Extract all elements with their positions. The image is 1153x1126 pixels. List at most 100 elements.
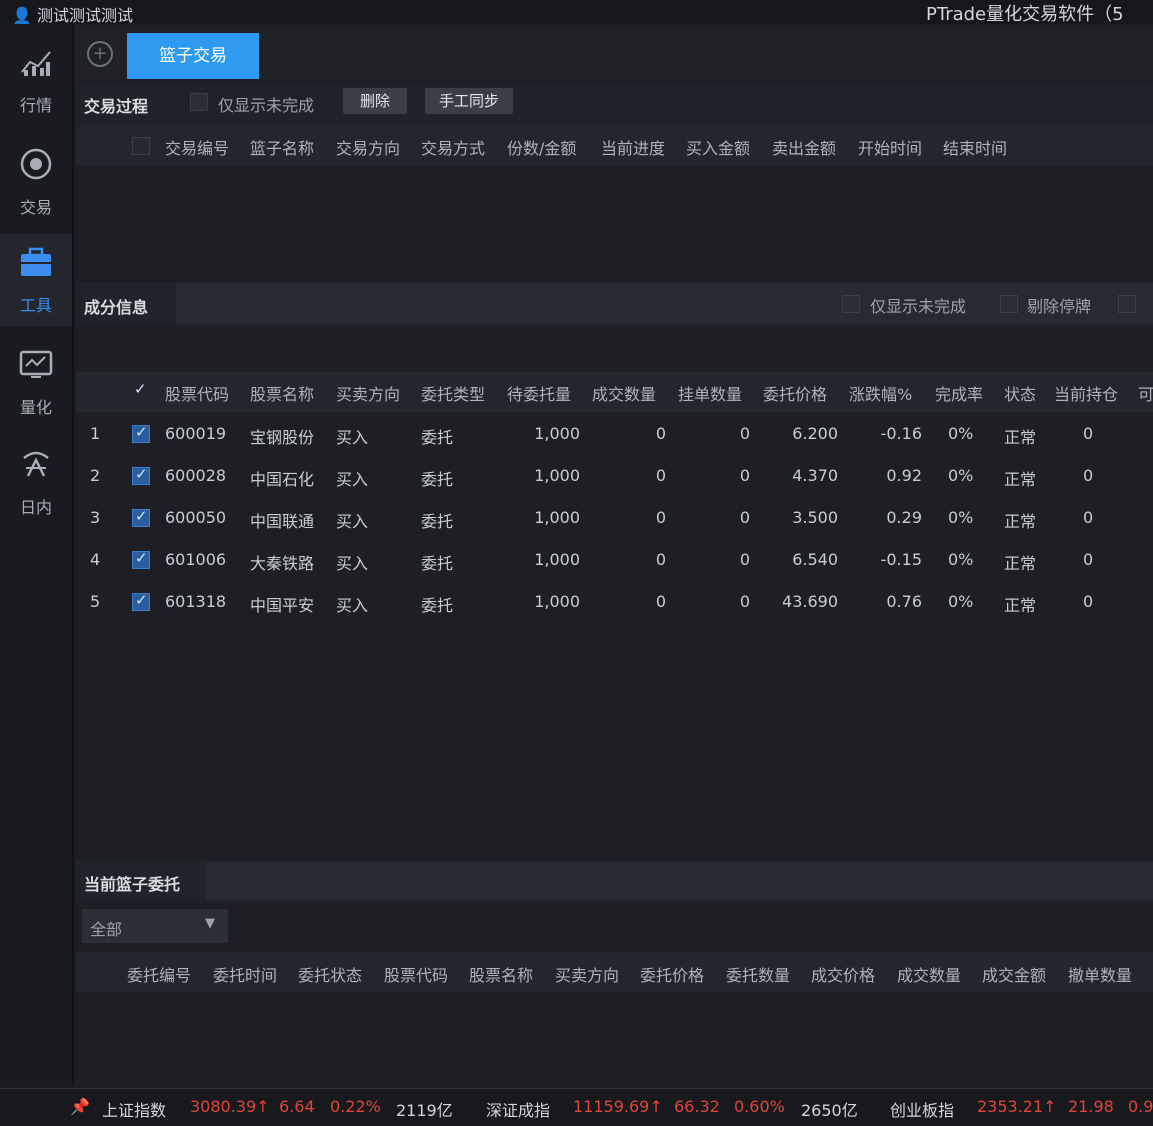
components-col[interactable]: 挂单数量: [678, 381, 742, 405]
orders-col[interactable]: 撤单数量: [1068, 962, 1132, 986]
process-col[interactable]: 开始时间: [858, 135, 922, 159]
order-price: 6.540: [792, 550, 838, 569]
process-col[interactable]: 卖出金额: [772, 135, 836, 159]
process-col[interactable]: 份数/金额: [507, 135, 576, 159]
pending-qty: 1,000: [534, 550, 580, 569]
components-col[interactable]: 当前持仓: [1054, 381, 1118, 405]
row-checkbox[interactable]: [132, 423, 150, 443]
title-bar: 👤 测试测试测试 PTrade量化交易软件（5: [0, 0, 1153, 25]
orders-col[interactable]: 股票名称: [469, 962, 533, 986]
user-icon: 👤: [12, 6, 32, 25]
trade-direction: 买入: [336, 554, 369, 573]
user-label: 测试测试测试: [37, 6, 134, 25]
process-col[interactable]: 买入金额: [686, 135, 750, 159]
index-pct: 0.60%: [734, 1097, 785, 1116]
change-pct: 0.29: [886, 508, 922, 527]
row-checkbox[interactable]: [132, 549, 150, 569]
components-only-unfinished-checkbox[interactable]: [842, 295, 860, 313]
orders-col[interactable]: 委托数量: [726, 962, 790, 986]
index-name[interactable]: 深证成指: [486, 1097, 550, 1121]
orders-col[interactable]: 委托价格: [640, 962, 704, 986]
trade-icon: [20, 148, 52, 180]
add-tab-button[interactable]: +: [87, 41, 113, 67]
order-type: 委托: [421, 554, 454, 573]
sidebar-item-market[interactable]: 行情: [0, 34, 72, 126]
process-only-unfinished-checkbox[interactable]: [190, 93, 208, 111]
index-change: 21.98: [1068, 1097, 1114, 1116]
tab-basket-trading[interactable]: 篮子交易: [127, 33, 259, 79]
remove-suspended-checkbox[interactable]: [1000, 295, 1018, 313]
pin-icon[interactable]: 📌: [70, 1097, 90, 1116]
holding-qty: 0: [1083, 550, 1094, 569]
orders-col[interactable]: 股票代码: [384, 962, 448, 986]
components-col[interactable]: 可: [1138, 381, 1153, 405]
filled-qty: 0: [655, 424, 666, 443]
order-price: 6.200: [792, 424, 838, 443]
sidebar-item-quant[interactable]: 量化: [0, 336, 72, 428]
pending-qty: 1,000: [534, 592, 580, 611]
process-col[interactable]: 当前进度: [601, 135, 665, 159]
components-col[interactable]: 待委托量: [507, 381, 571, 405]
components-col[interactable]: 状态: [1004, 381, 1036, 405]
delete-button[interactable]: 删除: [343, 88, 407, 114]
sidebar-item-label: 工具: [19, 296, 52, 315]
process-col[interactable]: 交易编号: [165, 135, 229, 159]
remove-suspended-label: 剔除停牌: [1027, 297, 1092, 316]
stock-name: 中国联通: [250, 512, 315, 531]
status-text: 正常: [1004, 428, 1037, 447]
components-col[interactable]: 成交数量: [592, 381, 656, 405]
orders-table-body: [76, 992, 1153, 1086]
components-col[interactable]: 委托类型: [421, 381, 485, 405]
orders-col[interactable]: 成交金额: [982, 962, 1046, 986]
components-spacer: [76, 326, 1153, 372]
process-col[interactable]: 交易方式: [421, 135, 485, 159]
components-col[interactable]: 买卖方向: [336, 381, 400, 405]
orders-filter-dropdown[interactable]: 全部 ▼: [82, 909, 228, 943]
order-price: 3.500: [792, 508, 838, 527]
change-pct: 0.76: [886, 592, 922, 611]
components-col[interactable]: 涨跌幅%: [849, 381, 912, 405]
sidebar-item-trade[interactable]: 交易: [0, 136, 72, 228]
order-type: 委托: [421, 428, 454, 447]
row-checkbox[interactable]: [132, 591, 150, 611]
index-name[interactable]: 创业板指: [890, 1097, 954, 1121]
trade-direction: 买入: [336, 596, 369, 615]
components-col[interactable]: 委托价格: [763, 381, 827, 405]
components-col[interactable]: 股票名称: [250, 381, 314, 405]
row-checkbox[interactable]: [132, 507, 150, 527]
process-select-all-checkbox[interactable]: [132, 137, 150, 155]
components-col[interactable]: 股票代码: [165, 381, 229, 405]
orders-col[interactable]: 成交价格: [811, 962, 875, 986]
process-col[interactable]: 结束时间: [943, 135, 1007, 159]
index-volume: 2119亿: [396, 1101, 453, 1120]
orders-col[interactable]: 委托时间: [213, 962, 277, 986]
index-name[interactable]: 上证指数: [102, 1097, 166, 1121]
components-extra-checkbox[interactable]: [1118, 295, 1136, 313]
orders-col[interactable]: 买卖方向: [555, 962, 619, 986]
sidebar-item-label: 行情: [19, 96, 52, 115]
orders-col[interactable]: 委托编号: [127, 962, 191, 986]
manual-sync-button[interactable]: 手工同步: [425, 88, 513, 114]
components-select-all-checkbox[interactable]: [132, 380, 148, 399]
sidebar-item-tools[interactable]: 工具: [0, 234, 72, 326]
orders-col[interactable]: 委托状态: [298, 962, 362, 986]
row-checkbox[interactable]: [132, 465, 150, 485]
process-col[interactable]: 篮子名称: [250, 135, 314, 159]
change-pct: -0.15: [880, 550, 922, 569]
components-title: 成分信息: [84, 298, 149, 317]
queued-qty: 0: [739, 550, 750, 569]
order-price: 43.690: [782, 592, 838, 611]
stock-name: 大秦铁路: [250, 554, 315, 573]
order-type: 委托: [421, 512, 454, 531]
process-col[interactable]: 交易方向: [336, 135, 400, 159]
completion-rate: 0%: [948, 592, 974, 611]
process-only-unfinished-label: 仅显示未完成: [218, 96, 315, 115]
completion-rate: 0%: [948, 550, 974, 569]
components-col[interactable]: 完成率: [935, 381, 983, 405]
stock-name: 中国石化: [250, 470, 315, 489]
stock-name: 宝钢股份: [250, 428, 315, 447]
orders-col[interactable]: 成交数量: [897, 962, 961, 986]
index-volume: 2650亿: [801, 1101, 858, 1120]
row-number: 3: [90, 508, 101, 527]
sidebar-item-intraday[interactable]: 日内: [0, 436, 72, 528]
